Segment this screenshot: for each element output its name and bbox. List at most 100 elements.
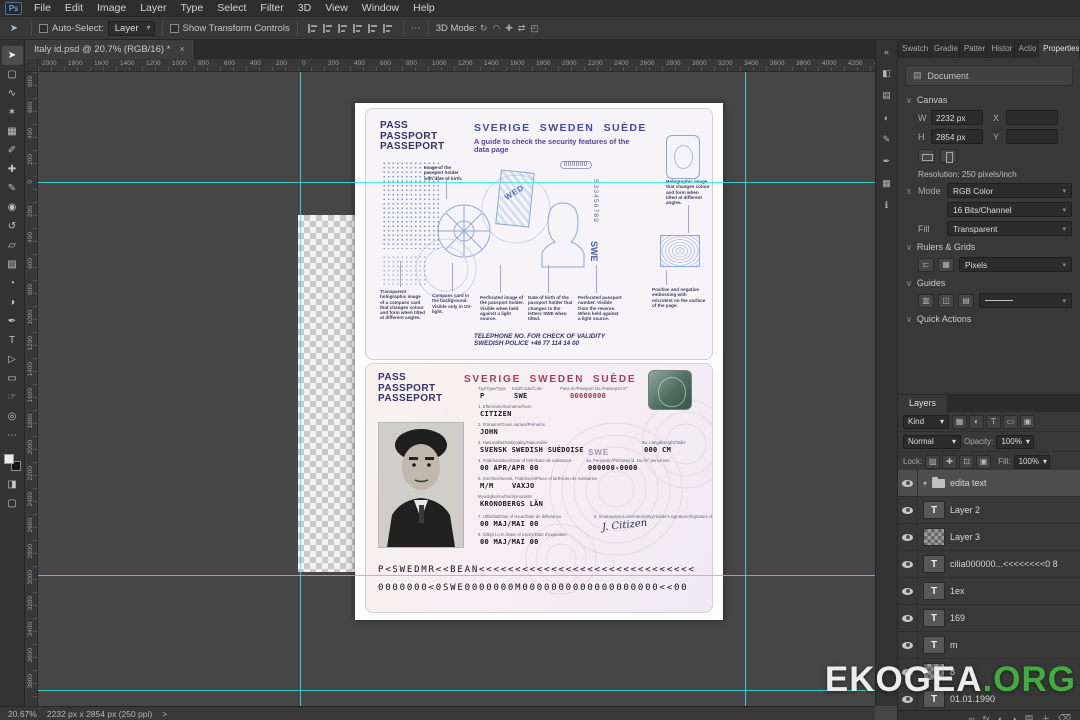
align-center-v-icon[interactable]: [367, 23, 378, 33]
layer-row[interactable]: T Layer 2: [898, 497, 1080, 524]
visibility-cell[interactable]: [898, 524, 918, 550]
opacity-dropdown[interactable]: 100% ▾: [996, 434, 1035, 449]
panel-tab-actio[interactable]: Actio: [1015, 40, 1040, 58]
panel-tab-properties[interactable]: Properties: [1039, 40, 1080, 58]
visibility-cell[interactable]: [898, 605, 918, 631]
height-input[interactable]: 2854 px: [931, 129, 983, 144]
color-panel-icon[interactable]: ◧: [879, 66, 895, 81]
status-arrow-icon[interactable]: >: [162, 709, 167, 719]
close-tab-icon[interactable]: ×: [179, 44, 185, 55]
menu-item-image[interactable]: Image: [90, 2, 133, 14]
lock-pixels-icon[interactable]: ✚: [942, 454, 958, 469]
width-input[interactable]: 2232 px: [931, 110, 983, 125]
color-swatches[interactable]: [3, 454, 21, 471]
guides-icon[interactable]: ▥: [918, 293, 934, 308]
visibility-cell[interactable]: [898, 632, 918, 658]
align-bottom-icon[interactable]: [382, 23, 393, 33]
canvas-section-header[interactable]: ∨ Canvas: [898, 91, 1080, 108]
visibility-cell[interactable]: [898, 551, 918, 577]
layer-mask-icon[interactable]: ◐: [998, 714, 1003, 720]
menu-item-filter[interactable]: Filter: [253, 2, 290, 14]
guide-horizontal[interactable]: [38, 575, 875, 576]
canvas-fill-dropdown[interactable]: Transparent ▾: [947, 221, 1072, 236]
guides-section-header[interactable]: ∨ Guides: [898, 274, 1080, 291]
show-transform-checkbox[interactable]: [169, 23, 179, 33]
paths-panel-icon[interactable]: ✒: [879, 154, 895, 169]
guide-style-dropdown[interactable]: ▾: [979, 293, 1072, 308]
menu-item-help[interactable]: Help: [406, 2, 442, 14]
layer-fill-dropdown[interactable]: 100% ▾: [1013, 454, 1050, 469]
screen-mode-icon[interactable]: ▢: [2, 494, 23, 513]
quick-selection-tool[interactable]: ✶: [2, 103, 23, 122]
move-tool[interactable]: ➤: [1, 46, 23, 65]
visibility-eye-icon[interactable]: [902, 641, 913, 649]
blur-tool[interactable]: ◔: [2, 274, 23, 293]
rulers-grids-section-header[interactable]: ∨ Rulers & Grids: [898, 238, 1080, 255]
units-dropdown[interactable]: Pixels ▾: [959, 257, 1072, 272]
new-group-icon[interactable]: ▤: [1025, 713, 1034, 720]
vertical-ruler[interactable]: 800 600 400 200 0 200 400 600 800 1000 1200 1400 160…: [25, 72, 38, 706]
canvas-area[interactable]: PASS PASSPORT PASSEPORT SVERIGE SWEDEN S…: [38, 72, 875, 706]
zoom-level-field[interactable]: 20.67%: [8, 709, 37, 719]
tab-layers[interactable]: Layers: [898, 395, 948, 412]
auto-select-target-dropdown[interactable]: Layer: [107, 20, 155, 36]
hand-tool[interactable]: ☞: [2, 388, 23, 407]
menu-item-layer[interactable]: Layer: [133, 2, 173, 14]
align-left-icon[interactable]: [307, 23, 318, 33]
type-tool[interactable]: T: [2, 331, 23, 350]
brushes-panel-icon[interactable]: ✎: [879, 132, 895, 147]
color-mode-dropdown[interactable]: RGB Color ▾: [947, 183, 1072, 198]
gradient-tool[interactable]: ▨: [2, 255, 23, 274]
lock-transparency-icon[interactable]: ▨: [925, 454, 941, 469]
horizontal-ruler[interactable]: 2000 1800 1600 1400 1200 1000 800 600 400 200 0 200…: [38, 59, 875, 72]
bit-depth-dropdown[interactable]: 16 Bits/Channel ▾: [947, 202, 1072, 217]
filter-type-layers-icon[interactable]: T: [986, 414, 1001, 429]
filter-pixel-layers-icon[interactable]: ▦: [952, 414, 967, 429]
eyedropper-tool[interactable]: ✐: [2, 141, 23, 160]
quick-actions-section-header[interactable]: ∨ Quick Actions: [898, 310, 1080, 327]
channels-panel-icon[interactable]: ▦: [879, 176, 895, 191]
healing-brush-tool[interactable]: ✚: [2, 160, 23, 179]
menu-item-window[interactable]: Window: [355, 2, 406, 14]
panel-tab-patter[interactable]: Patter: [960, 40, 988, 58]
properties-document-row[interactable]: ▤ Document: [905, 65, 1073, 86]
layer-row[interactable]: Layer 3: [898, 524, 1080, 551]
clone-stamp-tool[interactable]: ◉: [2, 198, 23, 217]
guide-vertical[interactable]: [745, 72, 746, 706]
guide-vertical[interactable]: [300, 72, 301, 706]
crop-tool[interactable]: ▦: [2, 122, 23, 141]
history-brush-tool[interactable]: ↺: [2, 217, 23, 236]
link-layers-icon[interactable]: ∞: [968, 714, 974, 720]
edit-toolbar-icon[interactable]: ⋯: [2, 426, 23, 445]
layer-row[interactable]: Tm: [898, 632, 1080, 659]
visibility-eye-icon[interactable]: [902, 506, 913, 514]
new-layer-icon[interactable]: ＋: [1041, 712, 1050, 720]
layer-row[interactable]: Tcilia000000...<<<<<<<<0 8: [898, 551, 1080, 578]
3d-rotate-icon[interactable]: ↻: [480, 23, 488, 34]
visibility-eye-icon[interactable]: [902, 479, 913, 487]
lock-all-icon[interactable]: ▣: [976, 454, 992, 469]
lock-guides-icon[interactable]: ▤: [958, 293, 974, 308]
visibility-eye-icon[interactable]: [902, 533, 913, 541]
lock-position-icon[interactable]: ⊡: [959, 454, 975, 469]
passport-document[interactable]: PASS PASSPORT PASSEPORT SVERIGE SWEDEN S…: [355, 103, 723, 620]
menu-item-edit[interactable]: Edit: [58, 2, 90, 14]
layer-effects-icon[interactable]: fx: [983, 714, 990, 720]
pen-tool[interactable]: ✒: [2, 312, 23, 331]
libraries-panel-icon[interactable]: ▤: [879, 88, 895, 103]
align-right-icon[interactable]: [337, 23, 348, 33]
panel-tab-swatch[interactable]: Swatch: [898, 40, 930, 58]
menu-item-file[interactable]: File: [27, 2, 58, 14]
link-dimensions-icon[interactable]: ∞: [904, 189, 913, 195]
group-chevron-icon[interactable]: ▾: [923, 479, 927, 488]
grid-icon[interactable]: ▦: [938, 257, 954, 272]
guide-horizontal[interactable]: [38, 690, 875, 691]
delete-layer-icon[interactable]: ⌫: [1058, 713, 1071, 720]
y-input[interactable]: [1006, 129, 1058, 144]
orientation-landscape-icon[interactable]: [918, 149, 935, 163]
layer-row[interactable]: T 1ex: [898, 578, 1080, 605]
panel-tab-gradie[interactable]: Gradie: [930, 40, 960, 58]
auto-select-checkbox[interactable]: [39, 23, 48, 33]
3d-slide-icon[interactable]: ⇄: [518, 23, 526, 34]
smart-guides-icon[interactable]: ◫: [938, 293, 954, 308]
